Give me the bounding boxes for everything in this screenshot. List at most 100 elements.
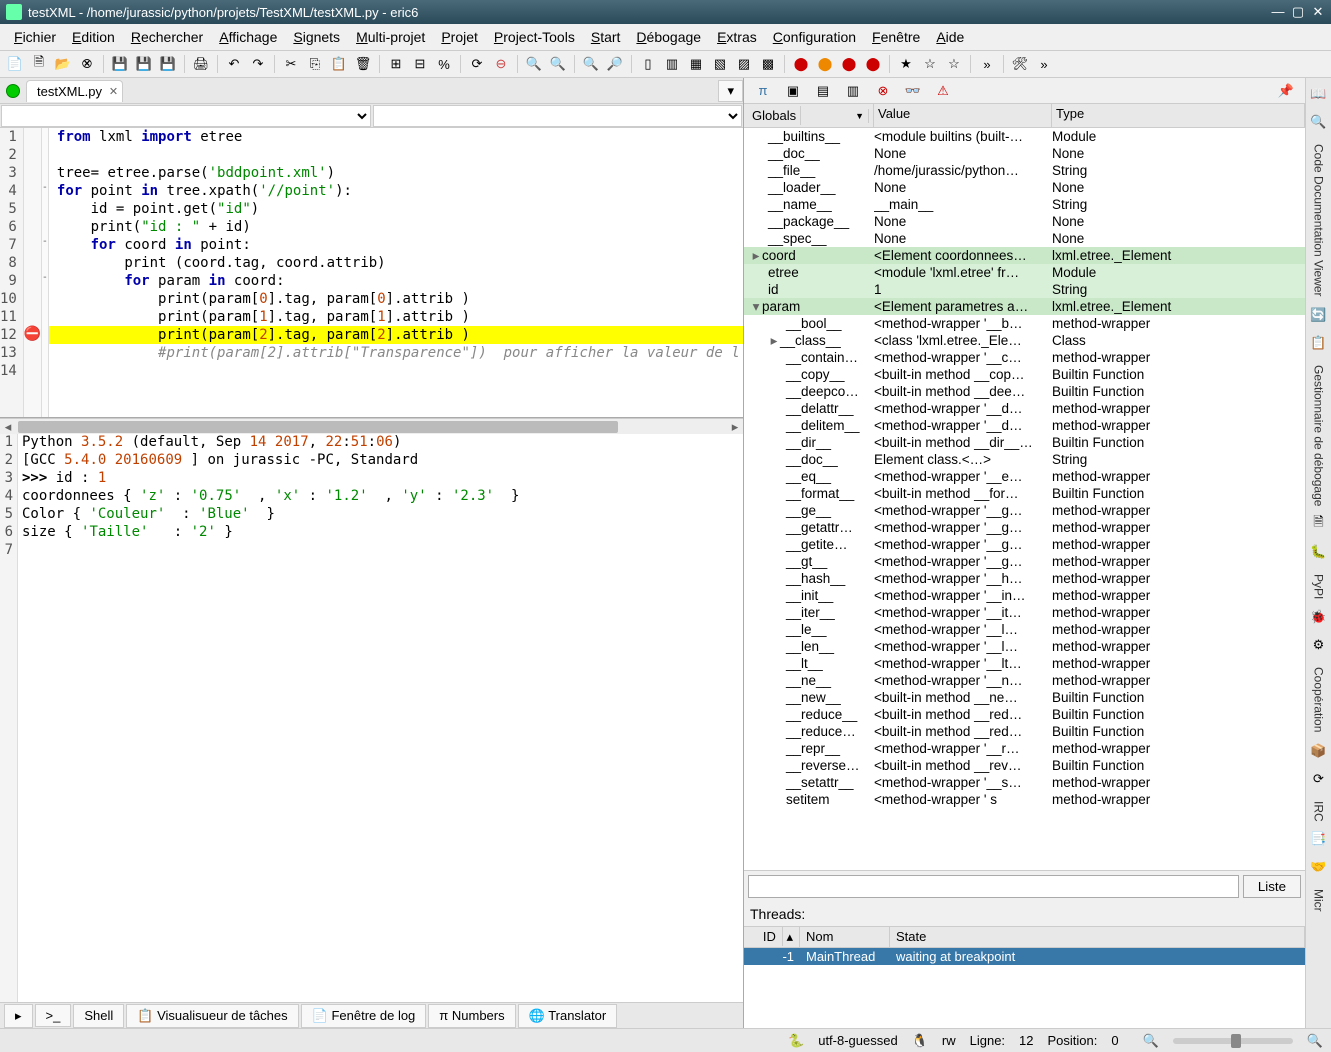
more-icon[interactable]: » [976, 53, 998, 75]
menu-edition[interactable]: Edition [64, 26, 123, 48]
scope-combo[interactable] [1, 105, 371, 127]
var-row[interactable]: __deepco…<built-in method __dee…Builtin … [744, 383, 1305, 400]
sidebar-icon[interactable]: 🐛 [1309, 542, 1329, 562]
var-row[interactable]: __bool__<method-wrapper '__b…method-wrap… [744, 315, 1305, 332]
shell-prompt-icon[interactable]: >_ [35, 1004, 72, 1027]
menu-fenêtre[interactable]: Fenêtre [864, 26, 928, 48]
frame2-icon[interactable]: ▤ [812, 80, 834, 102]
bottom-tab-shell[interactable]: Shell [73, 1004, 124, 1028]
tab-testxml[interactable]: testXML.py ✕ [26, 80, 123, 102]
minimize-button[interactable]: — [1271, 4, 1285, 20]
var-row[interactable]: etree<module 'lxml.etree' fr…Module [744, 264, 1305, 281]
zoom-out-icon[interactable]: 🔍 [1143, 1033, 1159, 1049]
copy-icon[interactable]: ⎘ [304, 53, 326, 75]
member-combo[interactable] [373, 105, 743, 127]
var-row[interactable]: __len__<method-wrapper '__l…method-wrapp… [744, 638, 1305, 655]
thread-state-header[interactable]: State [890, 927, 1305, 947]
var-row[interactable]: __builtins__<module builtins (built-…Mod… [744, 128, 1305, 145]
filter-input[interactable] [748, 875, 1239, 898]
bottom-tab-translator[interactable]: 🌐 Translator [518, 1004, 618, 1028]
var-row[interactable]: __repr__<method-wrapper '__r…method-wrap… [744, 740, 1305, 757]
console-toggle-icon[interactable]: ▸ [4, 1004, 33, 1028]
pin-icon[interactable]: 📌 [1275, 80, 1297, 102]
var-row[interactable]: __name____main__String [744, 196, 1305, 213]
frame3-icon[interactable]: ▥ [842, 80, 864, 102]
paste-icon[interactable]: 📋 [328, 53, 350, 75]
python-icon[interactable]: π [752, 80, 774, 102]
percent-icon[interactable]: % [433, 53, 455, 75]
save-as-icon[interactable]: 💾 [133, 53, 155, 75]
bug-orange-icon[interactable]: ⬤ [814, 53, 836, 75]
grid2-icon[interactable]: ⊟ [409, 53, 431, 75]
split3-icon[interactable]: ▦ [685, 53, 707, 75]
reload-icon[interactable]: ⟳ [466, 53, 488, 75]
star3-icon[interactable]: ☆ [943, 53, 965, 75]
bug-red2-icon[interactable]: ⬤ [838, 53, 860, 75]
star2-icon[interactable]: ☆ [919, 53, 941, 75]
var-row[interactable]: __format__<built-in method __for…Builtin… [744, 485, 1305, 502]
menu-multi-projet[interactable]: Multi-projet [348, 26, 433, 48]
delete-icon[interactable]: 🗑 [352, 53, 374, 75]
bottom-tab-visualisueur-de-tâches[interactable]: 📋 Visualisueur de tâches [126, 1004, 298, 1028]
watch-icon[interactable]: 👓 [902, 80, 924, 102]
sidebar-icon[interactable]: 📖 [1309, 84, 1329, 104]
menu-affichage[interactable]: Affichage [211, 26, 285, 48]
new-file-icon[interactable]: 📄 [4, 53, 26, 75]
save-all-icon[interactable]: 💾 [157, 53, 179, 75]
close-tab-icon[interactable]: ✕ [109, 85, 118, 98]
close-file-icon[interactable]: ⮿ [76, 53, 98, 75]
var-row[interactable]: __file__/home/jurassic/python…String [744, 162, 1305, 179]
var-row[interactable]: id1String [744, 281, 1305, 298]
var-row[interactable]: __ne__<method-wrapper '__n…method-wrappe… [744, 672, 1305, 689]
var-row[interactable]: __ge__<method-wrapper '__g…method-wrappe… [744, 502, 1305, 519]
cut-icon[interactable]: ✂ [280, 53, 302, 75]
undo-icon[interactable]: ↶ [223, 53, 245, 75]
sidebar-icon[interactable]: 🔄 [1309, 305, 1329, 325]
var-row[interactable]: __getattr…<method-wrapper '__g…method-wr… [744, 519, 1305, 536]
split-v-icon[interactable]: ▥ [661, 53, 683, 75]
menu-fichier[interactable]: Fichier [6, 26, 64, 48]
var-row[interactable]: __dir__<built-in method __dir__…Builtin … [744, 434, 1305, 451]
var-row[interactable]: __reduce__<built-in method __red…Builtin… [744, 706, 1305, 723]
var-row[interactable]: setitem<method-wrapper ' smethod-wrapper [744, 791, 1305, 808]
bottom-tab-fenêtre-de-log[interactable]: 📄 Fenêtre de log [301, 1004, 427, 1028]
find-icon[interactable]: 🔍 [580, 53, 602, 75]
editor-scrollbar-h[interactable]: ◂▸ [0, 418, 743, 434]
menu-project-tools[interactable]: Project-Tools [486, 26, 583, 48]
var-row[interactable]: __new__<built-in method __ne…Builtin Fun… [744, 689, 1305, 706]
var-row[interactable]: ▸__class__<class 'lxml.etree._Ele…Class [744, 332, 1305, 349]
var-row[interactable]: __delattr__<method-wrapper '__d…method-w… [744, 400, 1305, 417]
thread-name-header[interactable]: Nom [800, 927, 890, 947]
split5-icon[interactable]: ▨ [733, 53, 755, 75]
stop-icon[interactable]: ⊖ [490, 53, 512, 75]
var-row[interactable]: __spec__NoneNone [744, 230, 1305, 247]
zoom-in-icon[interactable]: 🔍 [1307, 1033, 1323, 1049]
split6-icon[interactable]: ▩ [757, 53, 779, 75]
tools-icon[interactable]: 🛠 [1009, 53, 1031, 75]
menu-signets[interactable]: Signets [285, 26, 348, 48]
thread-id-header[interactable]: ID ▴ [744, 927, 800, 947]
sidebar-panel-pypi[interactable]: PyPI [1312, 574, 1326, 599]
var-row[interactable]: __init__<method-wrapper '__in…method-wra… [744, 587, 1305, 604]
frame-icon[interactable]: ▣ [782, 80, 804, 102]
value-header[interactable]: Value [874, 104, 1052, 127]
sidebar-icon[interactable]: 📋 [1309, 333, 1329, 353]
split-h-icon[interactable]: ▯ [637, 53, 659, 75]
warning-icon[interactable]: ⚠ [932, 80, 954, 102]
tab-list-button[interactable]: ▾ [718, 80, 743, 102]
var-row[interactable]: __delitem__<method-wrapper '__d…method-w… [744, 417, 1305, 434]
menu-rechercher[interactable]: Rechercher [123, 26, 211, 48]
grid-icon[interactable]: ⊞ [385, 53, 407, 75]
zoom2-icon[interactable]: 🔍 [547, 53, 569, 75]
more2-icon[interactable]: » [1033, 53, 1055, 75]
var-row[interactable]: __le__<method-wrapper '__l…method-wrappe… [744, 621, 1305, 638]
var-row[interactable]: __lt__<method-wrapper '__lt…method-wrapp… [744, 655, 1305, 672]
type-header[interactable]: Type [1052, 104, 1305, 127]
bottom-tab-numbers[interactable]: π Numbers [428, 1004, 515, 1028]
star-icon[interactable]: ★ [895, 53, 917, 75]
sidebar-panel-gestionnaire-de-débogage[interactable]: Gestionnaire de débogage [1312, 365, 1326, 506]
sidebar-icon[interactable]: 🗎 [1309, 514, 1329, 534]
sidebar-panel-micr[interactable]: Micr [1312, 889, 1326, 912]
var-row[interactable]: __setattr__<method-wrapper '__s…method-w… [744, 774, 1305, 791]
print-icon[interactable]: 🖨 [190, 53, 212, 75]
